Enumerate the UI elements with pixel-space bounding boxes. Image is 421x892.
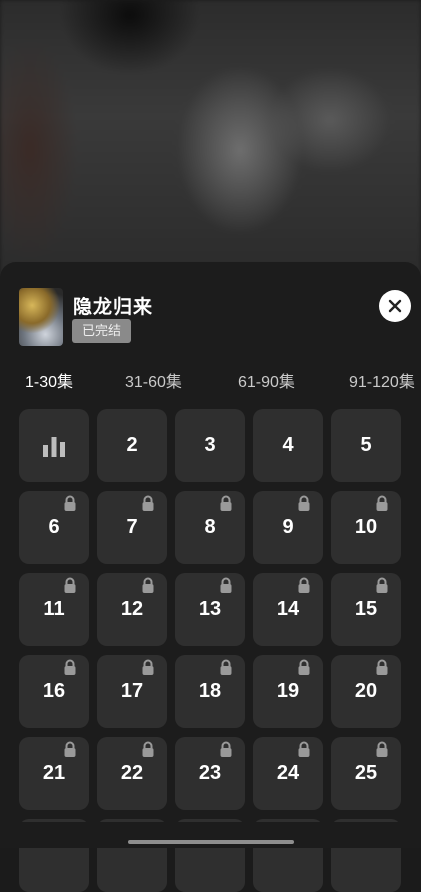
episode-cell[interactable]: 17: [97, 655, 167, 728]
lock-icon: [61, 740, 79, 758]
episode-number: 18: [198, 680, 222, 702]
episode-cell[interactable]: 12: [97, 573, 167, 646]
status-badge: 已完结: [72, 319, 132, 343]
episode-number: 2: [126, 434, 138, 456]
episode-number: 10: [354, 516, 378, 538]
lock-icon: [373, 576, 391, 594]
lock-icon: [373, 494, 391, 512]
episode-number: 19: [276, 680, 300, 702]
episode-number: 24: [276, 762, 300, 784]
episode-number: 11: [43, 598, 65, 620]
episode-cell[interactable]: 11: [19, 573, 89, 646]
drama-header: 隐龙归来 已完结: [19, 288, 421, 348]
lock-icon: [295, 494, 313, 512]
tab-91-120[interactable]: 91-120集: [349, 368, 415, 392]
episode-cell[interactable]: 24: [253, 737, 323, 810]
episode-cell[interactable]: 10: [331, 491, 401, 564]
lock-icon: [139, 658, 157, 676]
home-indicator[interactable]: [128, 840, 294, 844]
playing-bars-icon: [41, 435, 67, 457]
episode-number: 21: [42, 762, 66, 784]
tab-61-90[interactable]: 61-90集: [238, 368, 295, 392]
lock-icon: [139, 576, 157, 594]
episode-cell[interactable]: 15: [331, 573, 401, 646]
episode-cell[interactable]: 4: [253, 409, 323, 482]
episode-number: 23: [198, 762, 222, 784]
episode-cell[interactable]: 18: [175, 655, 245, 728]
close-icon: [388, 299, 402, 313]
lock-icon: [139, 494, 157, 512]
episode-number: 25: [354, 762, 378, 784]
lock-icon: [217, 740, 235, 758]
episode-cell[interactable]: 23: [175, 737, 245, 810]
episode-number: 4: [282, 434, 294, 456]
episode-cell[interactable]: 13: [175, 573, 245, 646]
episode-number: 8: [204, 516, 216, 538]
lock-icon: [217, 494, 235, 512]
lock-icon: [61, 658, 79, 676]
tab-1-30[interactable]: 1-30集: [25, 368, 73, 392]
episode-range-tabs: 1-30集 31-60集 61-90集 91-120集: [0, 368, 421, 392]
lock-icon: [61, 494, 79, 512]
episode-cell[interactable]: 3: [175, 409, 245, 482]
episode-number: 14: [276, 598, 300, 620]
lock-icon: [373, 740, 391, 758]
video-player-background[interactable]: [0, 0, 421, 290]
close-button[interactable]: [379, 290, 411, 322]
episode-number: 15: [354, 598, 378, 620]
episode-cell[interactable]: 8: [175, 491, 245, 564]
episode-cell[interactable]: [19, 409, 89, 482]
episode-number: 12: [120, 598, 144, 620]
episode-cell[interactable]: 25: [331, 737, 401, 810]
lock-icon: [217, 576, 235, 594]
lock-icon: [295, 576, 313, 594]
episode-cell[interactable]: 5: [331, 409, 401, 482]
episode-cell[interactable]: 7: [97, 491, 167, 564]
episode-number: 5: [360, 434, 372, 456]
episode-cell[interactable]: 22: [97, 737, 167, 810]
lock-icon: [295, 740, 313, 758]
episode-cell[interactable]: 21: [19, 737, 89, 810]
sheet-bottom-edge: [0, 822, 421, 848]
episode-number: 3: [204, 434, 216, 456]
lock-icon: [373, 658, 391, 676]
drama-poster: [19, 288, 63, 346]
episode-cell[interactable]: 14: [253, 573, 323, 646]
episode-cell[interactable]: 9: [253, 491, 323, 564]
tab-31-60[interactable]: 31-60集: [125, 368, 182, 392]
episode-cell[interactable]: 16: [19, 655, 89, 728]
episode-number: 9: [282, 516, 294, 538]
lock-icon: [295, 658, 313, 676]
episode-cell[interactable]: 6: [19, 491, 89, 564]
episode-cell[interactable]: 2: [97, 409, 167, 482]
episode-grid: 2 3 4 5 6 7 8 9 10 11 12 13 14 15 16 17 18 19 20 21 22 23 24 25: [19, 409, 403, 892]
episode-number: 16: [42, 680, 66, 702]
episode-number: 7: [126, 516, 138, 538]
drama-title: 隐龙归来: [73, 297, 154, 318]
episode-number: 13: [198, 598, 222, 620]
lock-icon: [61, 576, 79, 594]
episode-number: 22: [120, 762, 144, 784]
lock-icon: [139, 740, 157, 758]
episode-number: 17: [120, 680, 144, 702]
lock-icon: [217, 658, 235, 676]
episode-cell[interactable]: 19: [253, 655, 323, 728]
episode-number: 6: [48, 516, 60, 538]
episode-cell[interactable]: 20: [331, 655, 401, 728]
episode-number: 20: [354, 680, 378, 702]
